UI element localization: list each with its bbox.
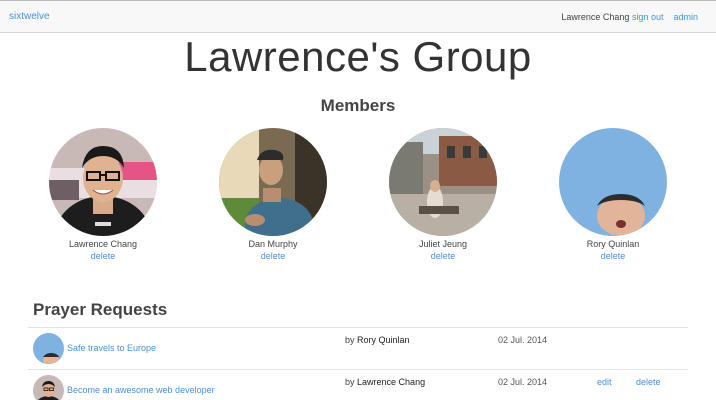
member-delete-link[interactable]: delete — [208, 250, 338, 262]
member-delete-link[interactable]: delete — [378, 250, 508, 262]
request-author-avatar — [33, 375, 64, 400]
by-prefix: by — [345, 335, 355, 345]
request-date: 02 Jul. 2014 — [498, 335, 548, 345]
by-prefix: by — [345, 377, 355, 387]
member-delete-link[interactable]: delete — [548, 250, 678, 262]
members-heading: Members — [320, 96, 396, 115]
prayer-requests-heading: Prayer Requests — [33, 300, 168, 319]
request-author: by Rory Quinlan — [345, 335, 410, 345]
member-avatar — [219, 128, 327, 236]
prayer-request-row: Safe travels to Europe by Rory Quinlan 0… — [28, 328, 688, 370]
member-card: Lawrence Chang delete — [38, 128, 168, 262]
author-name: Lawrence Chang — [357, 377, 426, 387]
brand-link[interactable]: sixtwelve — [9, 11, 50, 22]
member-delete-link[interactable]: delete — [38, 250, 168, 262]
member-avatar — [559, 128, 667, 236]
request-title-link[interactable]: Safe travels to Europe — [67, 343, 156, 353]
member-avatar — [389, 128, 497, 236]
current-user-name: Lawrence Chang — [561, 12, 630, 22]
member-card: Juliet Jeung delete — [378, 128, 508, 262]
top-navbar: sixtwelve Lawrence Chang sign out admin — [0, 0, 716, 33]
member-name: Dan Murphy — [248, 239, 298, 249]
member-name: Lawrence Chang — [68, 239, 138, 249]
admin-link[interactable]: admin — [673, 12, 698, 22]
page-title: Lawrence's Group — [184, 33, 532, 80]
nav-right: Lawrence Chang sign out admin — [561, 12, 698, 22]
sign-out-link[interactable]: sign out — [632, 12, 664, 22]
request-author: by Lawrence Chang — [345, 377, 425, 387]
edit-request-link[interactable]: edit — [597, 377, 612, 387]
delete-request-link[interactable]: delete — [636, 377, 661, 387]
member-card: Dan Murphy delete — [208, 128, 338, 262]
member-name: Rory Quinlan — [586, 239, 640, 249]
member-name: Juliet Jeung — [418, 239, 468, 249]
prayer-request-row: Become an awesome web developer by Lawre… — [28, 370, 688, 400]
request-author-avatar — [33, 333, 64, 364]
author-name: Rory Quinlan — [357, 335, 410, 345]
request-date: 02 Jul. 2014 — [498, 377, 548, 387]
request-title-link[interactable]: Become an awesome web developer — [67, 385, 215, 395]
member-card: Rory Quinlan delete — [548, 128, 678, 262]
member-avatar — [49, 128, 157, 236]
